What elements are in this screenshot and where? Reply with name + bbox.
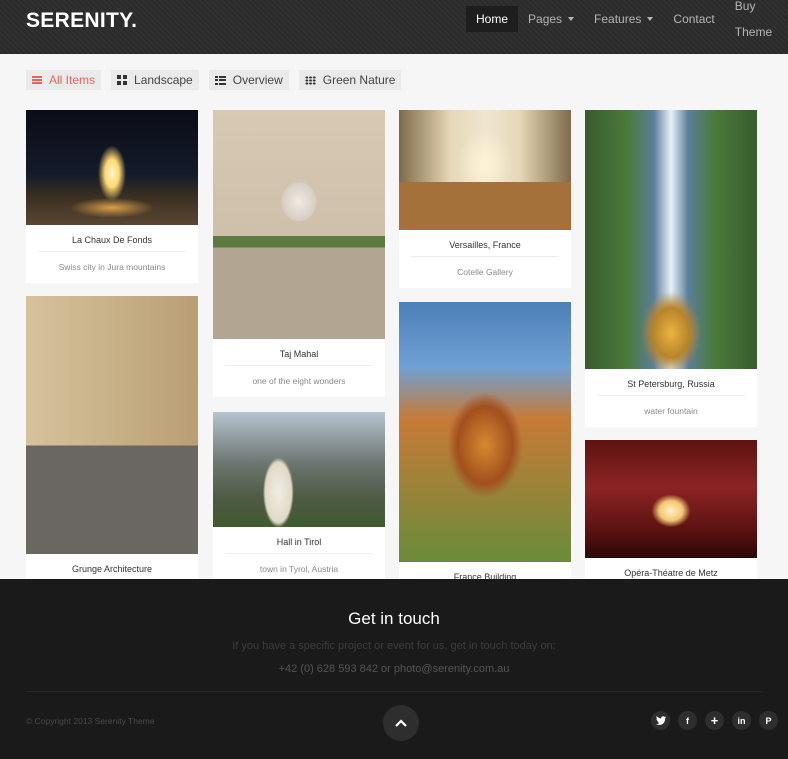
gallery-photo[interactable] bbox=[399, 302, 571, 562]
gallery-photo[interactable] bbox=[585, 440, 757, 558]
google-plus-icon[interactable]: + bbox=[705, 711, 724, 730]
gallery-item-la-chaux-de-fonds[interactable]: La Chaux De Fonds Swiss city in Jura mou… bbox=[26, 110, 198, 283]
gallery-item-title: France Building bbox=[453, 572, 517, 579]
nav-contact-label: Contact bbox=[673, 12, 715, 26]
filter-overview[interactable]: Overview bbox=[208, 70, 289, 90]
nav-pages-label: Pages bbox=[528, 12, 563, 26]
chevron-down-icon bbox=[647, 17, 654, 21]
gallery-photo[interactable] bbox=[399, 110, 571, 230]
copyright-text: © Copyright 2013 Serenity Theme bbox=[26, 716, 155, 726]
nav-home[interactable]: Home bbox=[466, 6, 519, 32]
social-links: f + in P bbox=[651, 711, 778, 730]
scroll-to-top-button[interactable] bbox=[383, 705, 419, 741]
gallery-item-title: St Petersburg, Russia bbox=[627, 379, 715, 389]
nav-contact[interactable]: Contact bbox=[663, 6, 724, 32]
nav-buy-theme-label: Buy Theme bbox=[734, 0, 773, 39]
filter-landscape[interactable]: Landscape bbox=[111, 70, 199, 90]
chevron-down-icon bbox=[568, 17, 575, 21]
filter-label: Overview bbox=[232, 73, 283, 87]
linkedin-glyph: in bbox=[737, 715, 746, 726]
gallery-item-hall-in-tirol[interactable]: Hall in Tirol town in Tyrol, Austria bbox=[213, 412, 385, 579]
twitter-icon[interactable] bbox=[651, 711, 670, 730]
gallery-item-opera-metz[interactable]: Opéra-Théatre de Metz bbox=[585, 440, 757, 579]
gallery-item-subtitle: Swiss city in Jura mountains bbox=[58, 262, 166, 272]
filter-label: Green Nature bbox=[322, 73, 396, 87]
gallery-item-versailles[interactable]: Versailles, France Cotelle Gallery bbox=[399, 110, 571, 288]
footer-text: If you have a specific project or event … bbox=[232, 640, 556, 652]
gallery-item-subtitle: one of the eight wonders bbox=[252, 376, 346, 386]
nav-features[interactable]: Features bbox=[584, 6, 663, 32]
gallery-item-france-building[interactable]: France Building bbox=[399, 302, 571, 579]
pinterest-glyph: P bbox=[765, 715, 772, 726]
filter-label: Landscape bbox=[134, 73, 193, 87]
gallery-item-grunge-architecture[interactable]: Grunge Architecture bbox=[26, 296, 198, 579]
filter-label: All Items bbox=[49, 73, 96, 87]
gallery-item-title: Hall in Tirol bbox=[276, 537, 322, 547]
chevron-up-icon bbox=[395, 719, 407, 727]
gallery-photo[interactable] bbox=[213, 412, 385, 527]
nav-pages[interactable]: Pages bbox=[518, 6, 584, 32]
filter-bar: All Items Landscape Overview Green Natur… bbox=[26, 70, 402, 90]
filter-all-items[interactable]: All Items bbox=[26, 70, 102, 90]
gallery-photo[interactable] bbox=[26, 110, 198, 225]
list-icon bbox=[214, 75, 226, 85]
gallery-item-subtitle: water fountain bbox=[644, 406, 698, 416]
gallery-item-title: Opéra-Théatre de Metz bbox=[624, 568, 718, 578]
filter-green-nature[interactable]: Green Nature bbox=[298, 70, 402, 90]
gallery-item-taj-mahal[interactable]: Taj Mahal one of the eight wonders bbox=[213, 110, 385, 397]
list-lines-icon bbox=[32, 76, 42, 84]
facebook-glyph: f bbox=[686, 715, 689, 726]
site-logo[interactable]: SERENITY. bbox=[26, 9, 137, 33]
linkedin-icon[interactable]: in bbox=[732, 711, 751, 730]
gallery-photo[interactable] bbox=[26, 296, 198, 554]
gallery-item-subtitle: town in Tyrol, Austria bbox=[259, 564, 339, 574]
portfolio-section: All Items Landscape Overview Green Natur… bbox=[0, 54, 788, 579]
grid-icon bbox=[117, 75, 128, 85]
nav-features-label: Features bbox=[594, 12, 642, 26]
gallery-item-st-petersburg[interactable]: St Petersburg, Russia water fountain bbox=[585, 110, 757, 427]
gallery-item-title: Taj Mahal bbox=[279, 349, 319, 359]
dots-grid-icon bbox=[304, 75, 316, 85]
pinterest-icon[interactable]: P bbox=[759, 711, 778, 730]
plus-glyph: + bbox=[710, 713, 719, 728]
gallery-item-title: Versailles, France bbox=[449, 240, 521, 250]
gallery-photo[interactable] bbox=[213, 110, 385, 339]
facebook-icon[interactable]: f bbox=[678, 711, 697, 730]
divider bbox=[26, 691, 762, 692]
gallery-item-title: Grunge Architecture bbox=[71, 564, 153, 574]
gallery-item-subtitle: Cotelle Gallery bbox=[457, 267, 513, 277]
nav-home-label: Home bbox=[476, 12, 509, 26]
gallery-photo[interactable] bbox=[585, 110, 757, 369]
site-header: SERENITY. Home Pages Features Contact Bu… bbox=[0, 0, 788, 54]
main-nav: Home Pages Features Contact Buy Theme bbox=[466, 0, 788, 39]
gallery-item-title: La Chaux De Fonds bbox=[71, 235, 153, 245]
site-footer: Get in touch If you have a specific proj… bbox=[0, 579, 788, 759]
footer-title: Get in touch bbox=[348, 609, 440, 628]
footer-contact: +42 (0) 628 593 842 or photo@serenity.co… bbox=[278, 663, 510, 675]
nav-buy-theme[interactable]: Buy Theme bbox=[725, 0, 788, 39]
